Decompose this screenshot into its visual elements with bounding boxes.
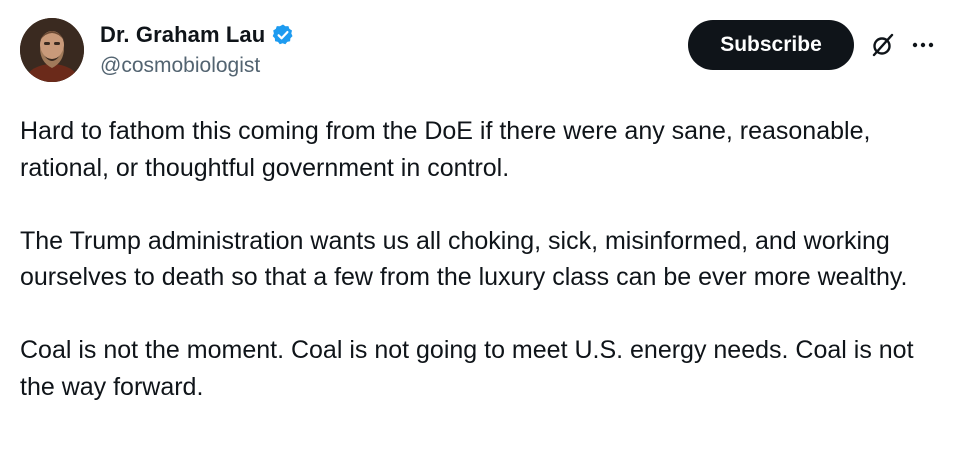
avatar[interactable] [20, 18, 84, 82]
handle[interactable]: @cosmobiologist [100, 54, 295, 78]
tweet-header: Dr. Graham Lau @cosmobiologist Subscribe [20, 16, 941, 86]
tweet-paragraph: The Trump administration wants us all ch… [20, 226, 908, 292]
verified-badge-icon[interactable] [271, 23, 295, 47]
tweet-paragraph: Coal is not the moment. Coal is not goin… [20, 336, 914, 401]
profile-photo-icon [20, 18, 84, 82]
tweet: Dr. Graham Lau @cosmobiologist Subscribe [0, 0, 959, 465]
tweet-paragraph: Hard to fathom this coming from the DoE … [20, 117, 871, 182]
author-names: Dr. Graham Lau @cosmobiologist [100, 20, 295, 78]
display-name[interactable]: Dr. Graham Lau [100, 22, 265, 48]
tweet-body: Hard to fathom this coming from the DoE … [20, 113, 935, 405]
more-icon[interactable] [908, 30, 938, 60]
grok-icon[interactable] [868, 30, 898, 60]
subscribe-button[interactable]: Subscribe [688, 20, 854, 70]
display-name-row: Dr. Graham Lau [100, 20, 295, 50]
